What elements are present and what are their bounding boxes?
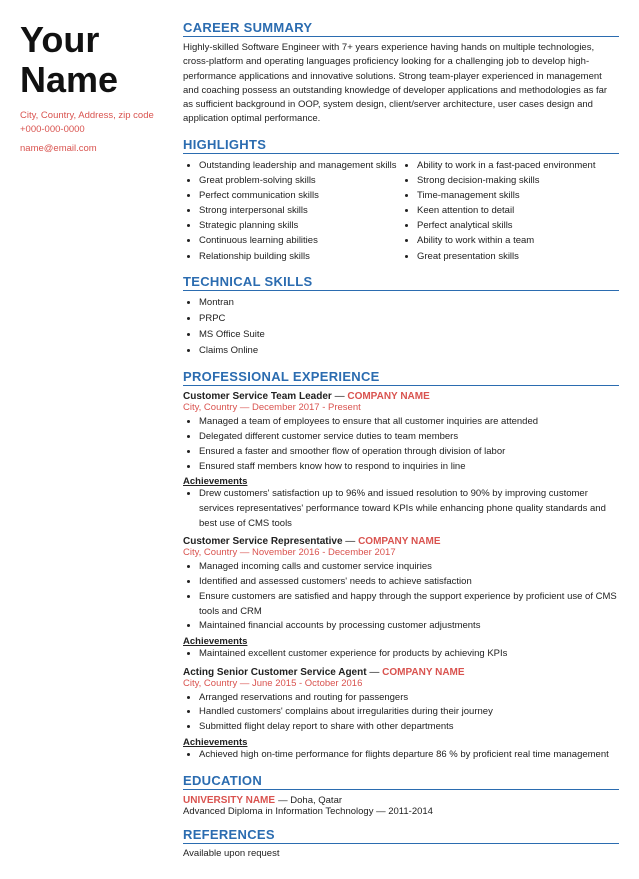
left-column: Your Name City, Country, Address, zip co… [20,20,175,859]
achievements-list: Maintained excellent customer experience… [183,647,619,662]
list-item: Drew customers' satisfaction up to 96% a… [199,487,619,531]
list-item: Keen attention to detail [417,203,619,218]
name-block: Your Name [20,20,165,99]
career-summary-text: Highly-skilled Software Engineer with 7+… [183,41,619,127]
job-location-line: City, Country — December 2017 - Present [183,402,619,413]
school-location: — Doha, Qatar [278,795,342,806]
list-item: Continuous learning abilities [199,233,401,248]
list-item: Perfect analytical skills [417,218,619,233]
list-item: Strong interpersonal skills [199,203,401,218]
job-title-line: Customer Service Team Leader — COMPANY N… [183,391,619,402]
job-entry: Acting Senior Customer Service Agent — C… [183,667,619,763]
job-entry: Customer Service Team Leader — COMPANY N… [183,391,619,531]
achievements-list: Drew customers' satisfaction up to 96% a… [183,487,619,531]
list-item: Managed incoming calls and customer serv… [199,560,619,575]
last-name: Name [20,60,165,100]
job-location-line: City, Country — June 2015 - October 2016 [183,678,619,689]
achievements-label: Achievements [183,476,619,487]
education-section: UNIVERSITY NAME — Doha, Qatar Advanced D… [183,794,619,817]
company-name: COMPANY NAME [358,536,440,547]
right-column: CAREER SUMMARY Highly-skilled Software E… [175,20,619,859]
job-location-line: City, Country — November 2016 - December… [183,547,619,558]
jobs-container: Customer Service Team Leader — COMPANY N… [183,391,619,762]
phone: +000-000-0000 [20,123,165,137]
technical-skills-list: MontranPRPCMS Office SuiteClaims Online [183,295,619,360]
list-item: Strong decision-making skills [417,173,619,188]
list-item: Perfect communication skills [199,188,401,203]
highlights-left-col: Outstanding leadership and management sk… [183,158,401,264]
professional-experience-title: PROFESSIONAL EXPERIENCE [183,369,619,386]
list-item: Ability to work in a fast-paced environm… [417,158,619,173]
degree: Advanced Diploma in Information Technolo… [183,806,619,817]
school-name: UNIVERSITY NAME [183,795,275,806]
list-item: Great problem-solving skills [199,173,401,188]
list-item: Outstanding leadership and management sk… [199,158,401,173]
achievements-label: Achievements [183,737,619,748]
company-name: COMPANY NAME [382,667,464,678]
list-item: Arranged reservations and routing for pa… [199,691,619,706]
achievements-label: Achievements [183,636,619,647]
job-entry: Customer Service Representative — COMPAN… [183,536,619,661]
job-bullets: Arranged reservations and routing for pa… [183,691,619,735]
company-name: COMPANY NAME [347,391,429,402]
list-item: Maintained financial accounts by process… [199,619,619,634]
list-item: Montran [199,295,619,311]
list-item: Ensured staff members know how to respon… [199,460,619,475]
job-title-line: Acting Senior Customer Service Agent — C… [183,667,619,678]
education-title: EDUCATION [183,773,619,790]
email: name@email.com [20,142,165,156]
achievements-list: Achieved high on-time performance for fl… [183,748,619,763]
list-item: PRPC [199,311,619,327]
contact-info: City, Country, Address, zip code +000-00… [20,109,165,156]
list-item: Ensure customers are satisfied and happy… [199,590,619,619]
list-item: Handled customers' complains about irreg… [199,705,619,720]
list-item: Achieved high on-time performance for fl… [199,748,619,763]
list-item: Ability to work within a team [417,233,619,248]
highlights-left-list: Outstanding leadership and management sk… [183,158,401,264]
job-title-line: Customer Service Representative — COMPAN… [183,536,619,547]
highlights-title: HIGHLIGHTS [183,137,619,154]
references-title: REFERENCES [183,827,619,844]
technical-skills-section: MontranPRPCMS Office SuiteClaims Online [183,295,619,360]
highlights-right-list: Ability to work in a fast-paced environm… [401,158,619,264]
address: City, Country, Address, zip code [20,109,165,123]
list-item: Submitted flight delay report to share w… [199,720,619,735]
technical-skills-title: TECHNICAL SKILLS [183,274,619,291]
list-item: Managed a team of employees to ensure th… [199,415,619,430]
career-summary-title: CAREER SUMMARY [183,20,619,37]
list-item: Maintained excellent customer experience… [199,647,619,662]
list-item: Claims Online [199,343,619,359]
list-item: Great presentation skills [417,249,619,264]
list-item: Identified and assessed customers' needs… [199,575,619,590]
references-text: Available upon request [183,848,619,859]
job-bullets: Managed incoming calls and customer serv… [183,560,619,634]
list-item: Ensured a faster and smoother flow of op… [199,445,619,460]
list-item: Strategic planning skills [199,218,401,233]
highlights-right-col: Ability to work in a fast-paced environm… [401,158,619,264]
job-bullets: Managed a team of employees to ensure th… [183,415,619,474]
first-name: Your [20,20,165,60]
list-item: Delegated different customer service dut… [199,430,619,445]
list-item: MS Office Suite [199,327,619,343]
list-item: Relationship building skills [199,249,401,264]
list-item: Time-management skills [417,188,619,203]
resume-page: Your Name City, Country, Address, zip co… [0,0,639,879]
highlights-grid: Outstanding leadership and management sk… [183,158,619,264]
